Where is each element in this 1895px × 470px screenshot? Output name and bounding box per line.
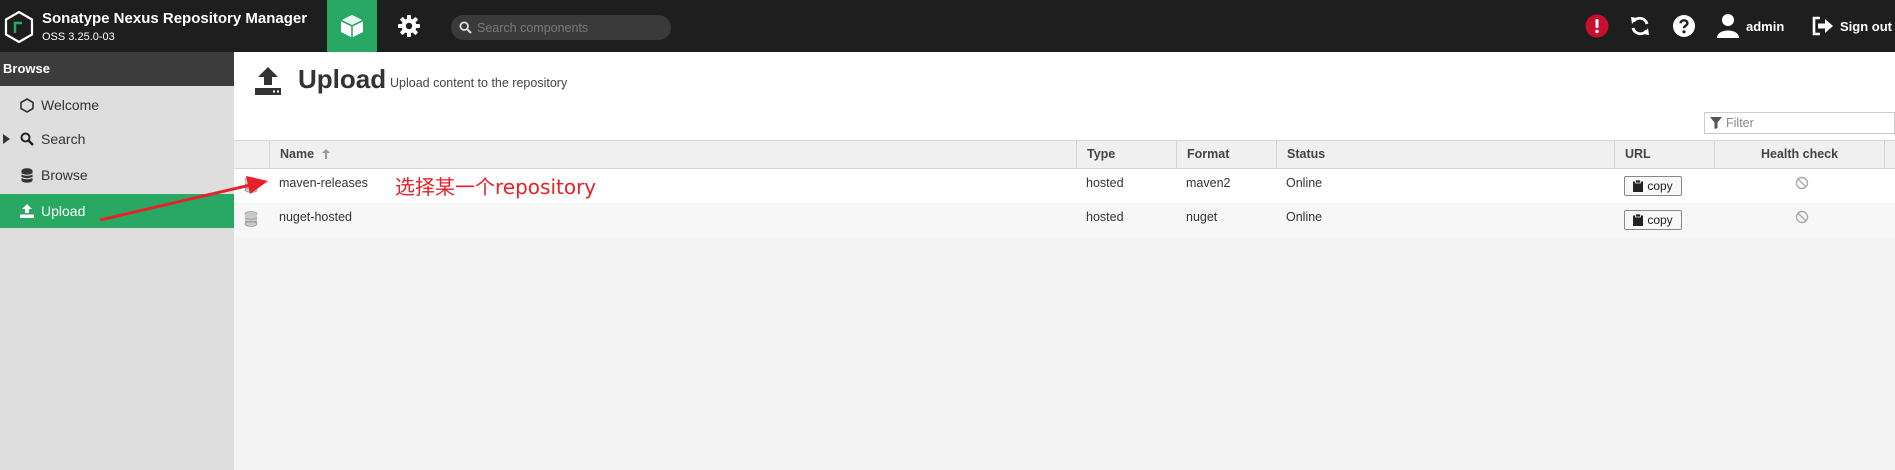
annotation-text: 选择某一个repository (395, 175, 597, 199)
search-components-box[interactable] (451, 15, 671, 40)
search-components-input[interactable] (477, 20, 667, 35)
sidebar-item-browse[interactable]: Browse (0, 158, 234, 192)
refresh-button[interactable] (1628, 14, 1652, 38)
clipboard-icon (1633, 180, 1644, 192)
sidebar-item-label: Welcome (41, 97, 100, 113)
page-title: Upload (298, 64, 387, 94)
repository-status: Online (1286, 176, 1323, 190)
sign-out-button[interactable]: Sign out (1812, 12, 1892, 40)
sign-out-icon (1812, 16, 1833, 36)
repository-type: hosted (1086, 210, 1124, 224)
column-header-format[interactable]: Format (1176, 141, 1276, 168)
hexagon-icon (19, 97, 35, 113)
gear-icon (398, 15, 420, 37)
sidebar-item-label: Browse (41, 167, 88, 183)
user-name: admin (1746, 18, 1785, 34)
browse-mode-button[interactable] (327, 0, 377, 52)
health-check-disabled-icon[interactable] (1795, 210, 1809, 224)
health-check-disabled-icon[interactable] (1795, 176, 1809, 190)
user-icon (1717, 14, 1739, 38)
upload-icon (255, 67, 281, 95)
column-header-url[interactable]: URL (1614, 141, 1714, 168)
top-header: Sonatype Nexus Repository Manager OSS 3.… (0, 0, 1895, 52)
repository-format: maven2 (1186, 176, 1231, 190)
sidebar-title: Browse (0, 52, 234, 86)
sign-out-label: Sign out (1840, 18, 1892, 34)
repository-name[interactable]: maven-releases (269, 169, 368, 203)
copy-url-button[interactable]: copy (1624, 210, 1682, 230)
help-button[interactable] (1672, 14, 1696, 38)
admin-mode-button[interactable] (387, 0, 431, 52)
alert-icon (1585, 14, 1609, 38)
search-icon (459, 21, 473, 35)
repository-name[interactable]: nuget-hosted (269, 203, 352, 237)
table-row[interactable]: nuget-hosted hosted nuget Online copy (234, 203, 1895, 237)
sidebar-item-upload[interactable]: Upload (0, 194, 234, 228)
column-header-extra (1884, 141, 1895, 168)
main-content: Upload Upload content to the repository … (234, 52, 1895, 470)
repository-icon (244, 177, 258, 193)
filter-input[interactable] (1726, 116, 1886, 130)
page-header: Upload Upload content to the repository (234, 52, 1895, 140)
column-header-type[interactable]: Type (1076, 141, 1176, 168)
search-icon (19, 131, 35, 147)
sidebar-item-welcome[interactable]: Welcome (0, 88, 234, 122)
database-icon (19, 167, 35, 183)
help-icon (1673, 15, 1695, 37)
grid-header: Name Type Format Status URL Health check (234, 140, 1895, 169)
cube-icon (340, 15, 364, 38)
filter-box[interactable] (1704, 112, 1895, 134)
repository-icon (244, 211, 258, 227)
sidebar: Browse Welcome Search Browse Upload (0, 52, 234, 470)
expand-arrow-icon[interactable] (3, 134, 10, 144)
page-subtitle: Upload content to the repository (390, 76, 568, 90)
column-header-name[interactable]: Name (269, 141, 1076, 168)
app-title: Sonatype Nexus Repository Manager (42, 10, 308, 27)
column-header-health-check[interactable]: Health check (1714, 141, 1884, 168)
copy-url-button[interactable]: copy (1624, 176, 1682, 196)
sidebar-item-label: Search (41, 131, 86, 147)
nexus-logo-icon[interactable] (4, 11, 34, 43)
repository-format: nuget (1186, 210, 1218, 224)
repository-status: Online (1286, 210, 1323, 224)
refresh-icon (1631, 16, 1649, 36)
sort-ascending-icon (321, 149, 330, 159)
clipboard-icon (1633, 214, 1644, 226)
sidebar-item-label: Upload (41, 203, 86, 219)
system-alert-button[interactable] (1585, 14, 1609, 38)
repository-type: hosted (1086, 176, 1124, 190)
user-menu-button[interactable]: admin (1716, 12, 1784, 40)
upload-icon (19, 203, 35, 219)
filter-icon (1710, 117, 1722, 129)
sidebar-item-search[interactable]: Search (0, 122, 234, 156)
app-version: OSS 3.25.0-03 (42, 31, 115, 43)
